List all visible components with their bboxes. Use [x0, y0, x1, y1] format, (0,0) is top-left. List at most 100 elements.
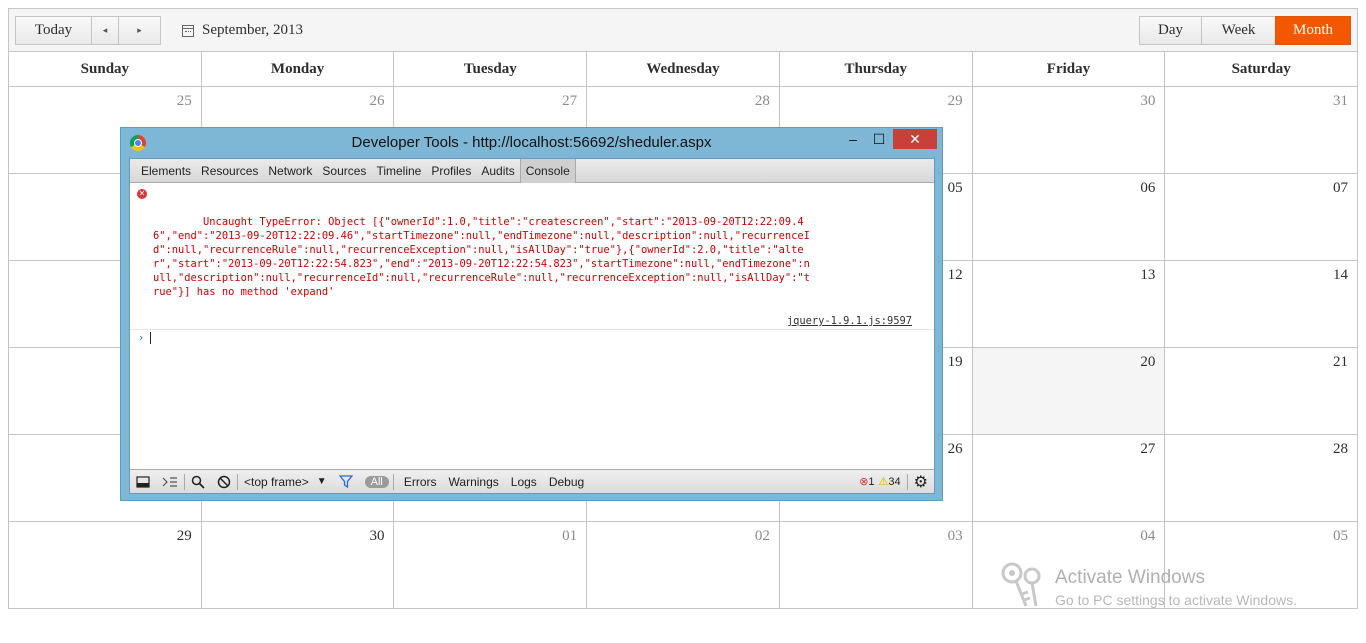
- day-cell[interactable]: 01: [394, 522, 588, 609]
- day-number[interactable]: 19: [948, 354, 963, 371]
- settings-button[interactable]: ⚙: [908, 470, 934, 494]
- day-number[interactable]: 29: [177, 528, 192, 545]
- day-number[interactable]: 30: [1140, 93, 1155, 110]
- day-cell[interactable]: 07: [1165, 174, 1357, 260]
- console-prompt[interactable]: ›: [130, 330, 934, 346]
- day-cell[interactable]: 27: [973, 435, 1166, 521]
- day-cell[interactable]: 02: [587, 522, 780, 609]
- activate-windows-subtitle: Go to PC settings to activate Windows.: [1055, 592, 1297, 608]
- arrow-right-icon: ▸: [137, 25, 142, 36]
- day-cell[interactable]: 06: [973, 174, 1166, 260]
- devtools-statusbar: <top frame> ▼ All Errors Warnings Logs D…: [130, 469, 934, 493]
- day-number[interactable]: 28: [755, 93, 770, 110]
- devtools-panel: Elements Resources Network Sources Timel…: [129, 158, 935, 494]
- day-number[interactable]: 14: [1333, 267, 1348, 284]
- calendar-icon: [182, 24, 194, 37]
- day-cell[interactable]: 30: [973, 87, 1166, 173]
- next-button[interactable]: ▸: [118, 16, 161, 45]
- tab-timeline[interactable]: Timeline: [371, 159, 426, 183]
- warning-count: 34: [888, 475, 901, 488]
- filter-button[interactable]: [333, 470, 359, 494]
- weekday-header: Sunday Monday Tuesday Wednesday Thursday…: [9, 52, 1357, 87]
- day-number[interactable]: 01: [562, 528, 577, 545]
- day-cell[interactable]: 28: [1165, 435, 1357, 521]
- day-number[interactable]: 13: [1140, 267, 1155, 284]
- weekday-sunday: Sunday: [9, 52, 202, 86]
- day-number[interactable]: 26: [948, 441, 963, 458]
- weekday-tuesday: Tuesday: [394, 52, 588, 86]
- day-number[interactable]: 27: [1140, 441, 1155, 458]
- day-number[interactable]: 26: [369, 93, 384, 110]
- minimize-button[interactable]: ‒: [843, 129, 863, 149]
- day-number[interactable]: 12: [948, 267, 963, 284]
- error-count-icon: ⊗: [859, 475, 869, 488]
- filter-debug[interactable]: Debug: [543, 470, 590, 494]
- filter-errors[interactable]: Errors: [398, 470, 443, 494]
- day-cell[interactable]: 20: [972, 348, 1166, 434]
- day-number[interactable]: 30: [369, 528, 384, 545]
- gear-icon: ⚙: [913, 472, 928, 491]
- day-number[interactable]: 20: [1140, 354, 1155, 371]
- show-console-icon: [162, 476, 177, 487]
- tab-elements[interactable]: Elements: [136, 159, 196, 183]
- filter-warnings[interactable]: Warnings: [443, 470, 505, 494]
- view-day-button[interactable]: Day: [1139, 16, 1202, 45]
- tab-audits[interactable]: Audits: [476, 159, 519, 183]
- error-count: 1: [868, 475, 875, 488]
- day-number[interactable]: 02: [755, 528, 770, 545]
- view-month-button[interactable]: Month: [1275, 16, 1351, 45]
- day-number[interactable]: 07: [1333, 180, 1348, 197]
- day-number[interactable]: 05: [948, 180, 963, 197]
- minimize-icon: ‒: [849, 131, 857, 147]
- error-source-link[interactable]: jquery-1.9.1.js:9597: [787, 314, 912, 328]
- day-number[interactable]: 29: [948, 93, 963, 110]
- tab-sources[interactable]: Sources: [317, 159, 371, 183]
- search-icon: [191, 475, 205, 489]
- day-number[interactable]: 28: [1333, 441, 1348, 458]
- day-number[interactable]: 05: [1333, 528, 1348, 545]
- error-counter[interactable]: ⊗ 1 ⚠ 34: [853, 470, 906, 494]
- tab-network[interactable]: Network: [263, 159, 317, 183]
- prompt-chevron-icon: ›: [138, 332, 145, 344]
- day-number[interactable]: 21: [1333, 354, 1348, 371]
- console-output[interactable]: ✕ Uncaught TypeError: Object [{"ownerId"…: [130, 183, 934, 469]
- maximize-button[interactable]: ☐: [869, 129, 889, 149]
- day-number[interactable]: 04: [1140, 528, 1155, 545]
- filter-icon: [338, 475, 353, 488]
- frame-selector[interactable]: <top frame> ▼: [238, 470, 333, 494]
- tab-console[interactable]: Console: [519, 159, 576, 183]
- close-button[interactable]: ✕: [893, 129, 937, 149]
- dock-button[interactable]: [130, 470, 156, 494]
- day-cell[interactable]: 31: [1165, 87, 1357, 173]
- drawer-button[interactable]: [156, 470, 184, 494]
- weekday-friday: Friday: [973, 52, 1166, 86]
- dock-icon: [136, 475, 150, 488]
- day-cell[interactable]: 29: [9, 522, 202, 609]
- search-button[interactable]: [185, 470, 211, 494]
- day-number[interactable]: 25: [177, 93, 192, 110]
- prev-button[interactable]: ◂: [91, 16, 119, 45]
- warning-count-icon: ⚠: [878, 475, 889, 488]
- day-number[interactable]: 31: [1333, 93, 1348, 110]
- filter-logs[interactable]: Logs: [505, 470, 543, 494]
- date-title: September, 2013: [202, 22, 304, 38]
- day-number[interactable]: 06: [1140, 180, 1155, 197]
- tab-profiles[interactable]: Profiles: [426, 159, 476, 183]
- today-button[interactable]: Today: [15, 16, 92, 45]
- day-cell[interactable]: 13: [973, 261, 1166, 347]
- day-cell[interactable]: 14: [1165, 261, 1357, 347]
- filter-all[interactable]: All: [364, 475, 389, 488]
- day-number[interactable]: 03: [948, 528, 963, 545]
- day-cell[interactable]: 21: [1165, 348, 1357, 434]
- clear-console-button[interactable]: [211, 470, 237, 494]
- tab-resources[interactable]: Resources: [196, 159, 263, 183]
- day-cell[interactable]: 30: [202, 522, 395, 609]
- view-week-button[interactable]: Week: [1201, 16, 1276, 45]
- day-number[interactable]: 27: [562, 93, 577, 110]
- day-cell[interactable]: 03: [780, 522, 973, 609]
- dropdown-arrow-icon: ▼: [316, 476, 327, 487]
- date-picker[interactable]: September, 2013: [182, 16, 303, 45]
- devtools-titlebar[interactable]: Developer Tools - http://localhost:56692…: [121, 128, 942, 157]
- separator-wrap: [389, 470, 398, 494]
- weekday-saturday: Saturday: [1231, 60, 1291, 77]
